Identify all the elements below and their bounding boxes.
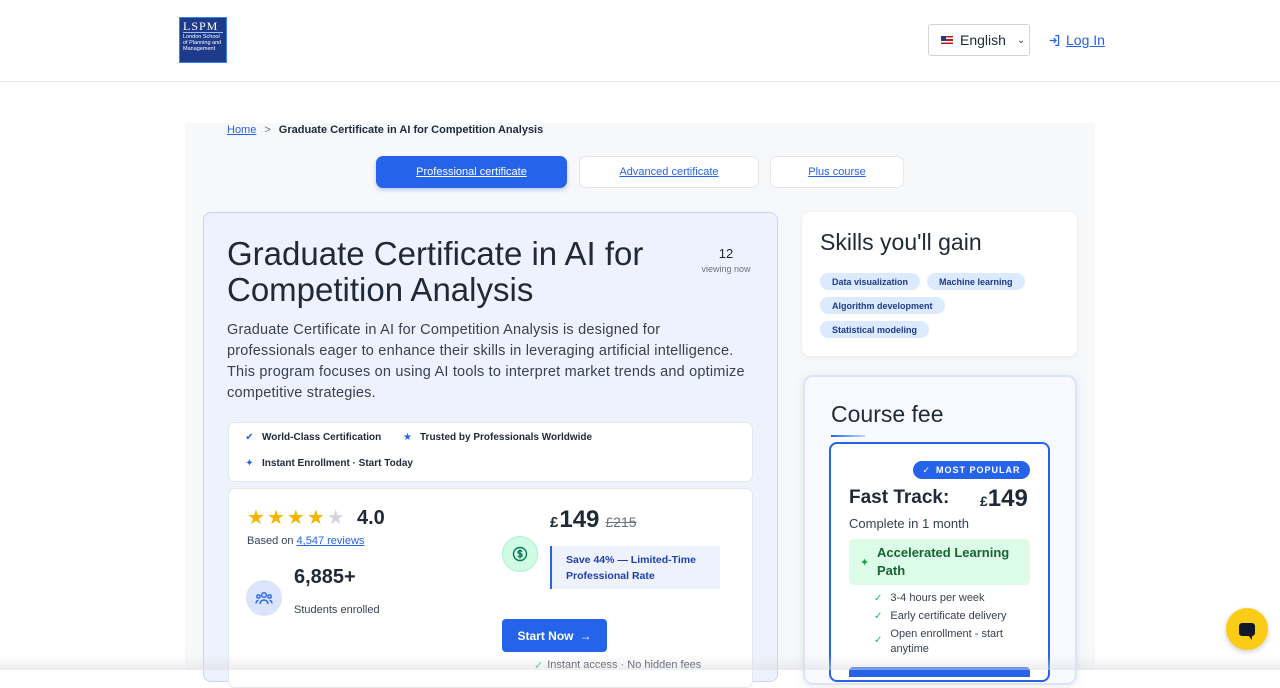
accelerated-path-callout: ✦ Accelerated Learning Path — [849, 539, 1030, 585]
plan-feature: ✓ Early certificate delivery — [874, 609, 1007, 624]
check-icon: ✓ — [874, 611, 883, 622]
tab-advanced-certificate[interactable]: Advanced certificate — [579, 156, 759, 188]
logo-text: LSPM — [183, 20, 223, 33]
skill-chip: Statistical modeling — [820, 321, 930, 338]
reviews-link[interactable]: 4,547 reviews — [297, 535, 365, 547]
viewing-count: 12 — [718, 246, 734, 261]
badge-certification: ✔ World-Class Certification — [244, 432, 381, 443]
chevron-down-icon: ⌄ — [1016, 34, 1026, 46]
chat-icon — [1239, 622, 1255, 640]
course-fee-title: Course fee — [831, 401, 944, 427]
plan-price: £ 149 — [980, 485, 1028, 513]
plan-feature: ✓ 3-4 hours per week — [874, 591, 985, 606]
tab-professional-certificate[interactable]: Professional certificate — [376, 156, 567, 188]
start-now-button[interactable]: Start Now → — [502, 619, 607, 652]
plan-enroll-button[interactable] — [849, 667, 1030, 677]
reviews-summary: Based on 4,547 reviews — [247, 535, 364, 547]
plan-currency: £ — [980, 493, 988, 509]
check-badge-icon: ✔ — [245, 432, 254, 443]
check-icon: ✓ — [534, 660, 544, 672]
skill-chip: Algorithm development — [820, 297, 945, 314]
users-icon — [246, 580, 282, 616]
check-icon: ✓ — [874, 593, 883, 604]
logo-subtext: London School of Planning and Management — [183, 34, 222, 52]
start-now-label: Start Now — [517, 628, 574, 643]
price-display: £ 149 £215 — [550, 506, 637, 534]
page-title: Graduate Certificate in AI for Competiti… — [227, 235, 644, 308]
skill-chip: Machine learning — [927, 273, 1025, 290]
currency-symbol: £ — [550, 514, 559, 531]
rating-value: 4.0 — [357, 507, 385, 529]
star-empty-icon: ★ — [326, 507, 345, 529]
most-popular-badge: ✓ MOST POPULAR — [913, 461, 1030, 479]
star-filled-icon: ★ — [286, 507, 305, 529]
star-filled-icon: ★ — [306, 507, 325, 529]
badge-label: World-Class Certification — [262, 432, 382, 443]
site-header: LSPM London School of Planning and Manag… — [0, 0, 1280, 82]
login-link[interactable]: Log In — [1048, 32, 1105, 48]
star-filled-icon: ★ — [247, 507, 265, 529]
instant-access-label: Instant access · No hidden fees — [547, 659, 702, 671]
rating-stars: ★ ★ ★ ★ ★ — [247, 507, 345, 529]
chat-widget-button[interactable] — [1226, 608, 1268, 650]
breadcrumb-current: Graduate Certificate in AI for Competiti… — [278, 124, 544, 136]
breadcrumb-separator: > — [264, 124, 271, 136]
check-icon: ✓ — [874, 635, 883, 646]
arrow-right-icon: → — [579, 628, 592, 643]
sparkle-icon: ✦ — [860, 557, 870, 569]
plan-feature-label: 3-4 hours per week — [890, 592, 985, 604]
dollar-circle-icon — [502, 536, 538, 572]
sparkle-icon: ✦ — [245, 458, 254, 469]
badge-label: Trusted by Professionals Worldwide — [420, 432, 593, 443]
tab-plus-course[interactable]: Plus course — [770, 156, 904, 188]
language-label: English — [960, 32, 1006, 48]
course-description: Graduate Certificate in AI for Competiti… — [227, 322, 745, 401]
us-flag-icon — [941, 36, 953, 44]
breadcrumb: Home > Graduate Certificate in AI for Co… — [227, 124, 543, 136]
skills-title: Skills you'll gain — [820, 229, 982, 255]
current-price: 149 — [559, 506, 600, 533]
viewing-now-indicator: 12 viewing now — [696, 246, 756, 274]
lspm-logo[interactable]: LSPM London School of Planning and Manag… — [179, 17, 227, 63]
login-label: Log In — [1066, 32, 1105, 48]
skill-chip: Data visualization — [820, 273, 921, 290]
language-select[interactable]: English ⌄ — [928, 24, 1030, 56]
star-filled-icon: ★ — [266, 507, 285, 529]
based-on-label: Based on — [247, 535, 294, 547]
plan-feature: ✓ Open enrollment - start anytime — [874, 627, 1014, 657]
instant-access-note: ✓ Instant access · No hidden fees — [534, 659, 701, 672]
accelerated-path-label: Accelerated Learning Path — [877, 545, 1010, 578]
students-label: Students enrolled — [294, 604, 380, 616]
badge-label: Instant Enrollment · Start Today — [262, 458, 413, 469]
trust-badges — [228, 422, 753, 482]
savings-callout: Save 44% — Limited-Time Professional Rat… — [550, 546, 720, 589]
badge-trusted: ★ Trusted by Professionals Worldwide — [402, 432, 592, 443]
plan-feature-label: Early certificate delivery — [890, 610, 1007, 622]
star-icon: ★ — [403, 432, 412, 443]
plan-amount: 149 — [987, 485, 1028, 512]
viewing-label: viewing now — [701, 264, 751, 274]
plan-feature-label: Open enrollment - start anytime — [890, 628, 1003, 655]
breadcrumb-home-link[interactable]: Home — [227, 124, 256, 136]
students-count: 6,885+ — [294, 566, 356, 588]
login-icon — [1049, 34, 1060, 46]
badge-instant-enrollment: ✦ Instant Enrollment · Start Today — [244, 458, 413, 469]
plan-name: Fast Track: — [849, 487, 950, 508]
most-popular-label: MOST POPULAR — [936, 465, 1021, 475]
original-price: £215 — [605, 514, 637, 530]
title-underline — [831, 435, 865, 437]
plan-duration: Complete in 1 month — [849, 516, 969, 531]
check-icon: ✓ — [922, 464, 932, 475]
